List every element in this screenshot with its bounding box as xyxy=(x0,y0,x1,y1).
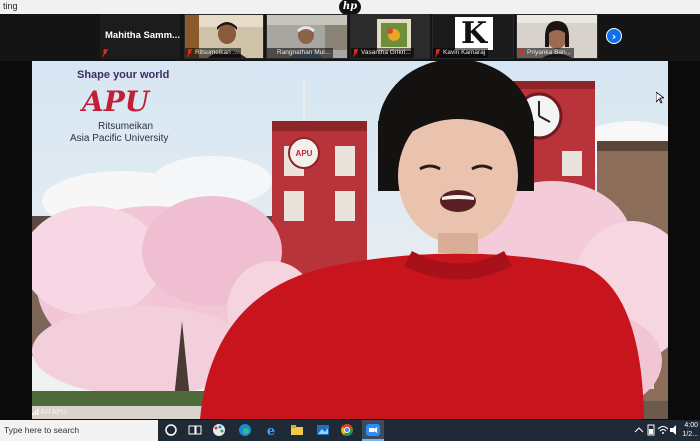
windows-taskbar: Type here to search e 4:00 1/2... xyxy=(0,420,700,441)
zoom-taskbar-button[interactable] xyxy=(362,420,384,441)
mic-muted-icon xyxy=(435,49,440,57)
building-badge: APU xyxy=(296,149,313,158)
participant-tile-2[interactable]: Rangnathan Mul... xyxy=(266,14,348,59)
signal-bars-icon xyxy=(32,409,39,416)
mic-muted-icon xyxy=(353,49,358,57)
taskbar-search[interactable]: Type here to search xyxy=(0,420,158,441)
university-name-line2: Asia Pacific University xyxy=(70,133,169,144)
svg-text:e: e xyxy=(267,424,275,437)
self-view-label: AH APU xyxy=(32,409,66,416)
photos-icon[interactable] xyxy=(316,423,330,437)
chrome-icon[interactable] xyxy=(340,423,354,437)
mouse-cursor-icon xyxy=(656,92,664,104)
mic-muted-icon xyxy=(187,49,192,57)
university-name-line1: Ritsumeikan xyxy=(98,121,154,132)
participant-tile-3[interactable]: Vasantha Grikri... xyxy=(350,14,430,59)
search-placeholder: Type here to search xyxy=(4,425,80,435)
clock-date: 1/2... xyxy=(682,431,698,438)
participant-name: Vasantha Grikri... xyxy=(361,49,411,56)
avatar-letter: K xyxy=(460,16,488,51)
participant-name: Priyanka Ban... xyxy=(527,49,572,56)
tagline: Shape your world xyxy=(77,69,170,81)
volume-icon[interactable] xyxy=(668,423,682,437)
ie-icon[interactable]: e xyxy=(264,423,278,437)
window-title: ting xyxy=(3,1,18,11)
main-video: APU Shape your world APU Ritsumeikan Asi… xyxy=(32,61,668,419)
mic-muted-icon xyxy=(519,49,524,57)
participant-tile-4[interactable]: K Kavin Kamaraj xyxy=(432,14,514,59)
edge-icon[interactable] xyxy=(238,423,252,437)
self-view-name: AH APU xyxy=(40,409,67,416)
participant-tile-1[interactable]: Ritsumeikan ... xyxy=(184,14,264,59)
system-clock[interactable]: 4:00 1/2... xyxy=(682,421,698,439)
mic-muted-icon xyxy=(102,49,108,57)
window-title-bar: ting hp xyxy=(0,0,700,16)
participant-tile-5[interactable]: Priyanka Ban... xyxy=(516,14,598,59)
participant-name: Ritsumeikan ... xyxy=(195,49,238,56)
chevron-right-icon[interactable]: › xyxy=(606,28,622,44)
clock-time: 4:00 xyxy=(684,422,698,429)
apu-logo: APU xyxy=(82,85,150,118)
participant-tile-name-only[interactable]: Mahitha Samm... xyxy=(100,14,180,59)
zoom-icon xyxy=(366,424,380,436)
paint-icon[interactable] xyxy=(212,423,226,437)
participant-name: Rangnathan Mul... xyxy=(277,49,331,56)
file-explorer-icon[interactable] xyxy=(290,423,304,437)
participant-name: Kavin Kamaraj xyxy=(443,49,486,56)
participant-name: Mahitha Samm... xyxy=(105,30,180,41)
task-view-icon[interactable] xyxy=(188,423,202,437)
avatar: K xyxy=(455,17,493,50)
cortana-icon[interactable] xyxy=(164,423,178,437)
